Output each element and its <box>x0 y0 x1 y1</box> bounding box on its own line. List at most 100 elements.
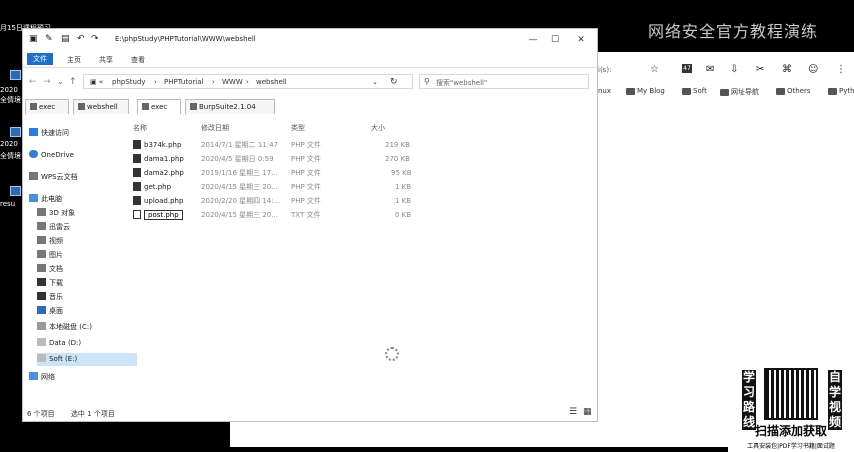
up-icon[interactable]: ↑ <box>69 77 77 87</box>
back-icon[interactable]: ← <box>29 77 37 87</box>
nav-item[interactable]: 3D 对象 <box>37 207 137 220</box>
nav-item[interactable]: Data (D:) <box>37 337 137 350</box>
tab-share[interactable]: 共享 <box>93 54 119 66</box>
nav-item[interactable]: Soft (E:) <box>37 353 137 366</box>
nav-item[interactable]: 桌面 <box>37 305 137 318</box>
tab-file[interactable]: 文件 <box>27 53 53 65</box>
folder-tab[interactable]: exec <box>25 99 69 114</box>
file-name: b374k.php <box>144 141 182 149</box>
nav-item[interactable]: 图片 <box>37 249 137 262</box>
column-header-size[interactable]: 大小 <box>371 123 385 133</box>
title-bar[interactable]: ▣ ✎ ▤ ↶ ↷ E:\phpStudy\PHPTutorial\WWW\we… <box>23 29 597 51</box>
bookmark-item[interactable]: Soft <box>682 87 707 95</box>
details-view-icon[interactable]: ☰ <box>569 407 577 417</box>
breadcrumb-item[interactable]: webshell <box>256 78 287 86</box>
folder-icon <box>190 103 197 110</box>
desktop-file-icon <box>10 70 21 80</box>
breadcrumb-item[interactable]: WWW <box>222 78 243 86</box>
refresh-icon[interactable]: ↻ <box>390 77 398 87</box>
chevron-down-icon[interactable]: ⌄ <box>57 77 64 86</box>
file-row[interactable]: b374k.php 2014/7/1 星期二 11:47 PHP 文件 219 … <box>133 139 413 152</box>
chevron-down-icon[interactable]: ⌄ <box>372 78 378 86</box>
folder-tab[interactable]: exec <box>137 99 181 114</box>
nav-item[interactable]: 下载 <box>37 277 137 290</box>
folder-icon: ▣ <box>29 34 38 44</box>
nav-item[interactable]: 迅雷云 <box>37 221 137 234</box>
menu-icon[interactable]: ⋮ <box>836 64 846 75</box>
column-header-type[interactable]: 类型 <box>291 123 305 133</box>
nav-item[interactable]: 网络 <box>29 371 129 384</box>
bookmark-item[interactable]: Others <box>776 87 811 95</box>
file-size: 219 KB <box>385 141 410 149</box>
star-icon[interactable]: ☆ <box>650 64 659 75</box>
breadcrumb-item[interactable]: PHPTutorial <box>164 78 203 86</box>
folder-tab[interactable]: webshell <box>73 99 129 114</box>
minimize-button[interactable]: — <box>523 33 543 47</box>
file-row[interactable]: get.php 2020/4/15 星期三 20... PHP 文件 1 KB <box>133 181 413 194</box>
folder-icon <box>626 87 635 95</box>
bookmark-item[interactable]: 网址导航 <box>720 87 759 97</box>
nav-item[interactable]: 快速访问 <box>29 127 129 140</box>
desktop-file-icon <box>10 186 21 196</box>
extension-icon[interactable]: ✉ <box>706 64 714 75</box>
file-explorer-window: ▣ ✎ ▤ ↶ ↷ E:\phpStudy\PHPTutorial\WWW\we… <box>22 28 598 422</box>
close-button[interactable]: ✕ <box>571 33 591 47</box>
file-row[interactable]: upload.php 2020/2/20 星期四 14:... PHP 文件 1… <box>133 195 413 208</box>
tab-home[interactable]: 主页 <box>61 54 87 66</box>
nav-item[interactable]: WPS云文档 <box>29 171 129 184</box>
file-date: 2019/1/16 星期三 17... <box>201 169 278 177</box>
search-placeholder: 搜索"webshell" <box>436 79 488 87</box>
desktop-item[interactable]: 2020 <box>0 140 18 149</box>
nav-item[interactable]: 文档 <box>37 263 137 276</box>
desktop-item[interactable]: 全情境 <box>0 152 21 161</box>
bookmark-item[interactable]: inux <box>596 87 611 95</box>
rename-input[interactable]: post.php <box>144 210 183 220</box>
maximize-button[interactable]: ☐ <box>545 33 565 47</box>
desktop-item[interactable]: 2020 <box>0 86 18 95</box>
large-icons-view-icon[interactable]: ▦ <box>583 407 592 417</box>
bookmark-item[interactable]: My Blog <box>626 87 665 95</box>
folder-icon <box>828 87 837 95</box>
desktop-item[interactable]: 全情境 <box>0 96 21 105</box>
file-row[interactable]: dama2.php 2019/1/16 星期三 17... PHP 文件 95 … <box>133 167 413 180</box>
file-row[interactable]: dama1.php 2020/4/5 星期日 0:59 PHP 文件 270 K… <box>133 153 413 166</box>
file-row[interactable]: post.php 2020/4/15 星期三 20... TXT 文件 0 KB <box>133 209 413 222</box>
nav-item[interactable]: 视频 <box>37 235 137 248</box>
user-icon[interactable]: ☺ <box>808 64 818 75</box>
file-type: TXT 文件 <box>291 211 321 219</box>
nav-item[interactable]: 此电脑 <box>29 193 129 206</box>
drive-icon <box>37 354 46 362</box>
nav-item[interactable]: 本地磁盘 (C:) <box>37 321 137 334</box>
folder-tab[interactable]: BurpSuite2.1.04 <box>185 99 275 114</box>
scissors-icon[interactable]: ✂ <box>756 64 764 75</box>
file-date: 2014/7/1 星期二 11:47 <box>201 141 279 149</box>
breadcrumb-item[interactable]: phpStudy <box>112 78 146 86</box>
column-header-name[interactable]: 名称 <box>133 123 147 133</box>
column-header-date[interactable]: 修改日期 <box>201 123 229 133</box>
window-title: E:\phpStudy\PHPTutorial\WWW\webshell <box>115 35 256 43</box>
forward-icon[interactable]: → <box>43 77 51 87</box>
nav-item[interactable]: 音乐 <box>37 291 137 304</box>
properties-icon[interactable]: ✎ <box>45 34 53 44</box>
download-icon <box>37 278 46 286</box>
puzzle-icon[interactable]: ⌘ <box>782 64 792 75</box>
selected-count: 选中 1 个项目 <box>70 410 115 418</box>
file-type: PHP 文件 <box>291 183 321 191</box>
browser-address-fragment[interactable]: i(s): <box>598 66 611 74</box>
search-input[interactable]: ⚲ 搜索"webshell" <box>419 74 589 89</box>
redo-icon[interactable]: ↷ <box>91 34 99 44</box>
desktop-item[interactable]: resu <box>0 200 15 209</box>
file-size: 1 KB <box>395 183 412 191</box>
search-icon: ⚲ <box>424 77 430 86</box>
php-file-icon <box>133 182 141 191</box>
file-date: 2020/4/5 星期日 0:59 <box>201 155 274 163</box>
address-bar[interactable]: ▣ « phpStudy › PHPTutorial › WWW › websh… <box>83 74 413 89</box>
extension-badge[interactable]: 47 <box>682 64 692 73</box>
download-icon[interactable]: ⇩ <box>730 64 738 75</box>
bookmark-item[interactable]: Pyth <box>828 87 854 95</box>
new-folder-icon[interactable]: ▤ <box>61 34 70 44</box>
file-size: 270 KB <box>385 155 410 163</box>
undo-icon[interactable]: ↶ <box>77 34 85 44</box>
tab-view[interactable]: 查看 <box>125 54 151 66</box>
nav-item[interactable]: OneDrive <box>29 149 129 162</box>
